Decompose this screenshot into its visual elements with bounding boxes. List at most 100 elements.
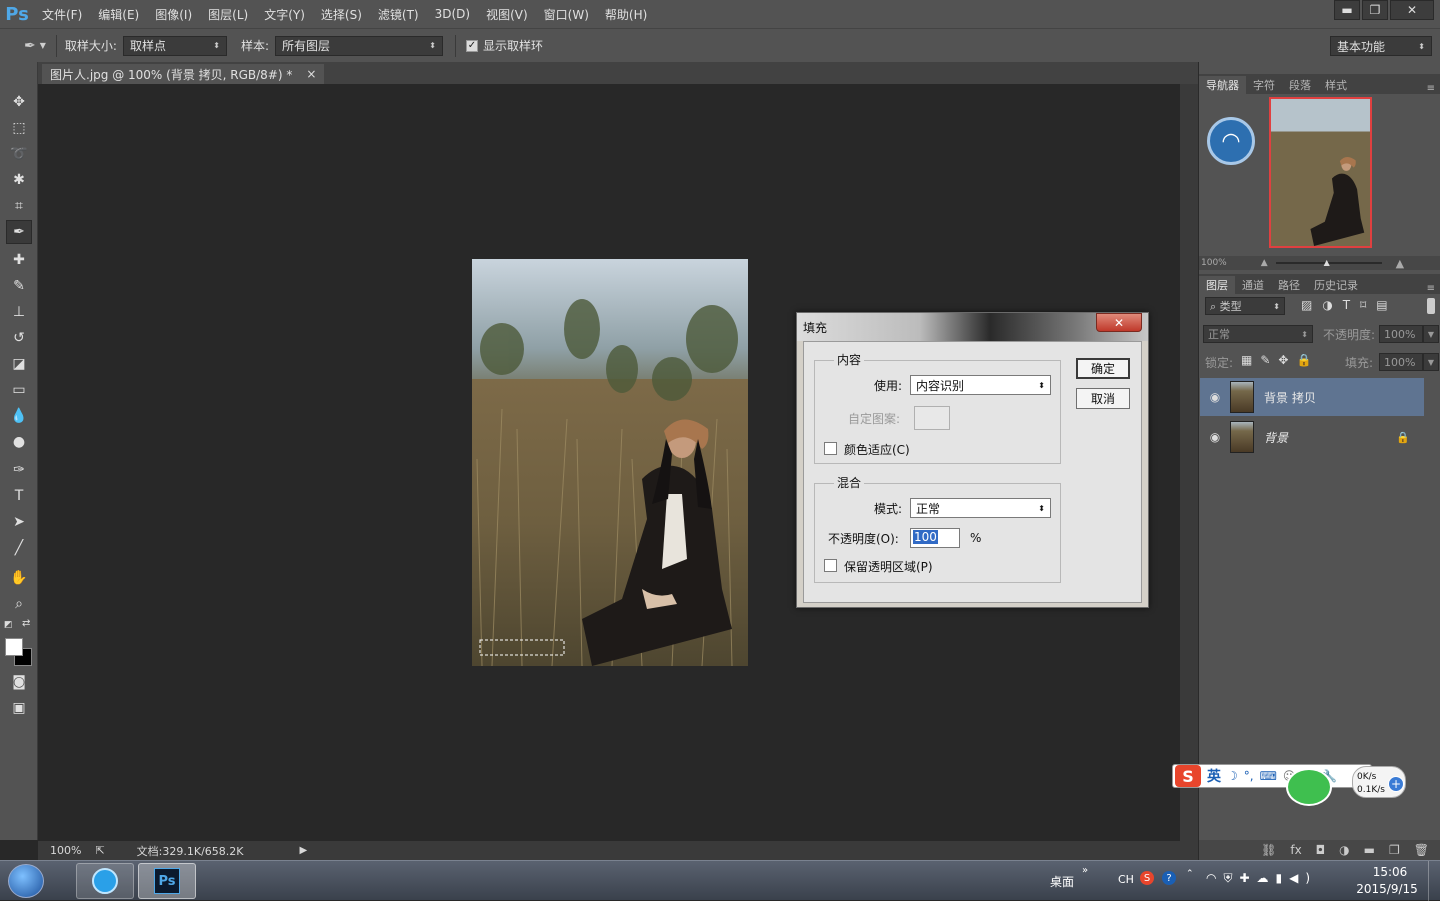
chevron-down-icon[interactable]: ▼ xyxy=(40,41,46,50)
menu-item-3[interactable]: 图层(L) xyxy=(200,0,256,28)
trash-icon[interactable]: 🗑 xyxy=(1414,843,1429,857)
input-language[interactable]: CH xyxy=(1118,873,1134,886)
keyboard-icon[interactable]: ⌨ xyxy=(1260,769,1277,783)
wifi-icon[interactable]: ◠ xyxy=(1207,117,1255,165)
marquee-tool-icon[interactable]: ⬚ xyxy=(6,116,32,140)
fill-input[interactable]: 100% xyxy=(1379,353,1423,371)
lasso-tool-icon[interactable]: ➰ xyxy=(6,142,32,166)
preserve-transparency-checkbox[interactable] xyxy=(824,559,837,572)
clock-date[interactable]: 2015/9/15 xyxy=(1352,882,1422,896)
vertical-scrollbar[interactable] xyxy=(1180,84,1198,841)
healing-brush-icon[interactable]: ✚ xyxy=(6,248,32,272)
menu-item-5[interactable]: 选择(S) xyxy=(313,0,370,28)
filter-toggle[interactable] xyxy=(1427,298,1435,314)
eyedropper-icon[interactable]: ✒ xyxy=(24,38,36,54)
start-button[interactable] xyxy=(8,864,44,898)
plus-icon[interactable]: + xyxy=(1388,776,1404,792)
chevron-double-icon[interactable]: » xyxy=(1082,865,1088,876)
eye-icon[interactable]: ◉ xyxy=(1200,390,1230,404)
tab-paths[interactable]: 路径 xyxy=(1271,276,1307,294)
pen-tool-icon[interactable]: ✑ xyxy=(6,458,32,482)
navigator-preview[interactable] xyxy=(1269,97,1372,248)
move-tool-icon[interactable]: ✥ xyxy=(6,90,32,114)
help-icon[interactable]: ? xyxy=(1162,871,1176,885)
crop-tool-icon[interactable]: ⌗ xyxy=(6,194,32,218)
sogou-tray-icon[interactable]: S xyxy=(1140,871,1154,885)
eyedropper-tool-icon[interactable]: ✒ xyxy=(6,220,32,244)
layer-filter-select[interactable]: ⌕ 类型 ⬍ xyxy=(1205,297,1285,315)
document-image[interactable] xyxy=(472,259,748,666)
new-layer-icon[interactable]: ❐ xyxy=(1389,843,1400,857)
minimize-button[interactable]: ▬ xyxy=(1334,0,1360,20)
close-tab-icon[interactable]: × xyxy=(306,67,316,81)
line-tool-icon[interactable]: ╱ xyxy=(6,536,32,560)
hand-tool-icon[interactable]: ✋ xyxy=(6,566,32,590)
menu-item-6[interactable]: 滤镜(T) xyxy=(370,0,427,28)
link-icon[interactable]: ⛓ xyxy=(1261,843,1276,857)
tab-history[interactable]: 历史记录 xyxy=(1307,276,1365,294)
menu-item-8[interactable]: 视图(V) xyxy=(478,0,536,28)
menu-item-0[interactable]: 文件(F) xyxy=(34,0,90,28)
blend-mode-select[interactable]: 正常 ⬍ xyxy=(1203,325,1313,343)
clock-time[interactable]: 15:06 xyxy=(1358,865,1422,879)
mask-icon[interactable]: ◘ xyxy=(1316,843,1326,857)
layer-filter-icons[interactable]: ▨◑T⌑▤ xyxy=(1301,298,1398,312)
restore-button[interactable]: ❐ xyxy=(1362,0,1388,20)
history-brush-icon[interactable]: ↺ xyxy=(6,326,32,350)
sample-size-select[interactable]: 取样点 ⬍ xyxy=(122,35,227,56)
use-select[interactable]: 内容识别 ⬍ xyxy=(910,375,1051,395)
panel-menu-icon[interactable]: ≡ xyxy=(1427,283,1435,294)
zoom-out-icon[interactable]: ▲ xyxy=(1261,258,1268,268)
ok-button[interactable]: 确定 xyxy=(1076,358,1130,379)
layer-row[interactable]: ◉ 背景 🔒 xyxy=(1200,418,1424,456)
taskbar-app-photoshop[interactable]: Ps xyxy=(138,863,196,899)
sample-select[interactable]: 所有图层 ⬍ xyxy=(274,35,443,56)
speed-ball-icon[interactable] xyxy=(1286,768,1332,806)
opacity-input[interactable]: 100% xyxy=(1379,325,1423,343)
workspace-select[interactable]: 基本功能 ⬍ xyxy=(1330,36,1432,56)
desktop-toolbar[interactable]: 桌面 xyxy=(1050,873,1074,890)
eye-icon[interactable]: ◉ xyxy=(1200,430,1230,444)
play-arrow-icon[interactable]: ▶ xyxy=(300,845,308,856)
swap-colors-icon[interactable]: ⇄ xyxy=(22,618,30,629)
opacity-dropdown[interactable]: ▼ xyxy=(1423,325,1439,343)
menu-item-1[interactable]: 编辑(E) xyxy=(90,0,147,28)
ime-language[interactable]: 英 xyxy=(1207,766,1221,786)
tab-layers[interactable]: 图层 xyxy=(1199,276,1235,294)
panel-menu-icon[interactable]: ≡ xyxy=(1427,83,1435,94)
layer-row[interactable]: ◉ 背景 拷贝 xyxy=(1200,378,1424,416)
opacity-input[interactable]: 100 xyxy=(910,528,960,548)
tab-navigator[interactable]: 导航器 xyxy=(1199,76,1246,94)
path-select-icon[interactable]: ➤ xyxy=(6,510,32,534)
punctuation-icon[interactable]: °, xyxy=(1244,769,1254,783)
type-tool-icon[interactable]: T xyxy=(6,484,32,508)
zoom-slider[interactable]: ▲ xyxy=(1275,258,1382,267)
foreground-color-swatch[interactable] xyxy=(5,638,23,656)
folder-icon[interactable]: ▬ xyxy=(1364,843,1375,857)
screen-mode-icon[interactable]: ▣ xyxy=(6,696,32,720)
adjustment-icon[interactable]: ◑ xyxy=(1339,843,1349,857)
tab-paragraph[interactable]: 段落 xyxy=(1282,76,1318,94)
mode-select[interactable]: 正常 ⬍ xyxy=(910,498,1051,518)
tab-channels[interactable]: 通道 xyxy=(1235,276,1271,294)
brush-tool-icon[interactable]: ✎ xyxy=(6,274,32,298)
dodge-tool-icon[interactable]: ● xyxy=(6,430,32,454)
blur-tool-icon[interactable]: 💧 xyxy=(6,404,32,428)
zoom-in-icon[interactable]: ▲ xyxy=(1396,257,1404,270)
eraser-tool-icon[interactable]: ◪ xyxy=(6,352,32,376)
dialog-close-button[interactable]: ✕ xyxy=(1096,313,1142,332)
quick-mask-icon[interactable]: ◙ xyxy=(6,670,32,694)
zoom-tool-icon[interactable]: ⌕ xyxy=(6,592,32,616)
tray-expand-icon[interactable]: ⌃ xyxy=(1186,869,1194,879)
cancel-button[interactable]: 取消 xyxy=(1076,388,1130,409)
stamp-tool-icon[interactable]: ⊥ xyxy=(6,300,32,324)
menu-item-2[interactable]: 图像(I) xyxy=(147,0,200,28)
navigator-zoom-value[interactable]: 100% xyxy=(1201,258,1227,268)
lock-icons[interactable]: ▦✎✥🔒 xyxy=(1241,353,1319,367)
menu-item-10[interactable]: 帮助(H) xyxy=(597,0,655,28)
fill-dropdown[interactable]: ▼ xyxy=(1423,353,1439,371)
show-desktop-button[interactable] xyxy=(1428,861,1440,901)
color-adapt-checkbox[interactable] xyxy=(824,442,837,455)
tab-styles[interactable]: 样式 xyxy=(1318,76,1354,94)
layer-name[interactable]: 背景 拷贝 xyxy=(1264,389,1316,406)
